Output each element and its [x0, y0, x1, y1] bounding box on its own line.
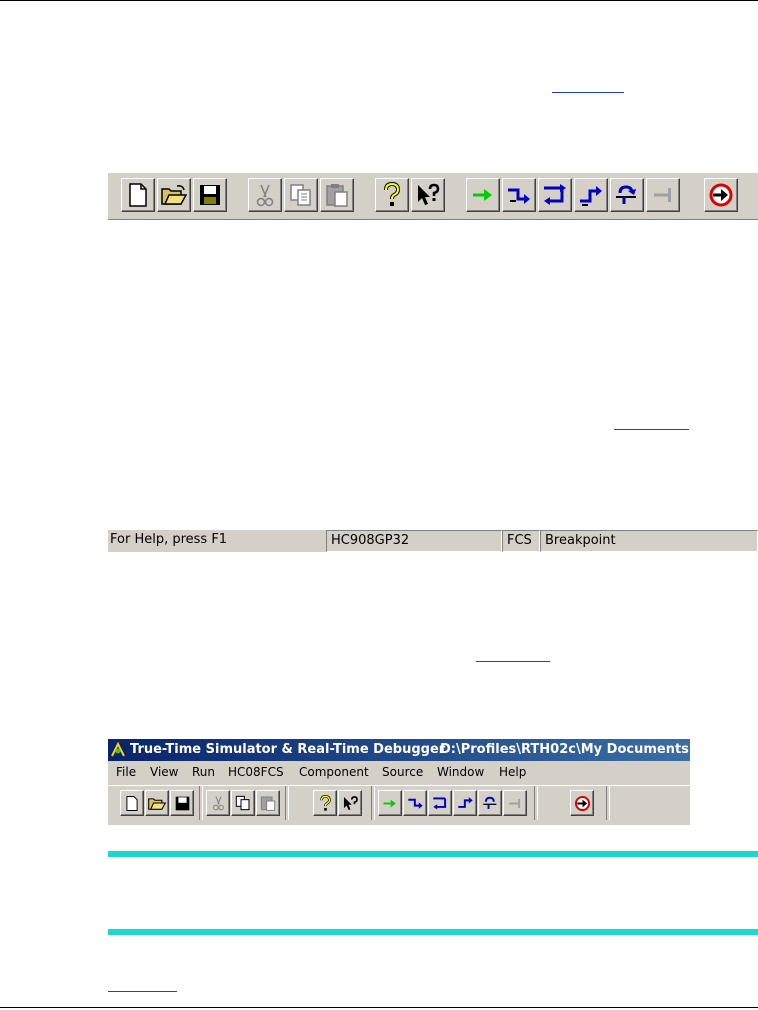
assembly-step-button[interactable]: [478, 790, 502, 816]
debugger-toolbar-figure: [108, 172, 758, 220]
step-out-icon: [457, 797, 473, 808]
reset-target-button[interactable]: [570, 790, 594, 816]
new-file-button[interactable]: [120, 790, 144, 816]
copy-button[interactable]: [231, 790, 255, 816]
status-connection: FCS: [502, 530, 540, 552]
app-icon: [110, 742, 126, 758]
reset-target-icon: [709, 183, 733, 207]
open-button[interactable]: [157, 178, 191, 212]
menu-hc08fcs[interactable]: HC08FCS: [228, 761, 284, 783]
help-button[interactable]: [375, 178, 409, 212]
status-target: HC908GP32: [326, 530, 502, 552]
single-step-button[interactable]: [502, 178, 536, 212]
status-bar: For Help, press F1 HC908GP32 FCS Breakpo…: [108, 530, 758, 552]
step-out-button[interactable]: [453, 790, 477, 816]
toolbar-separator: [371, 786, 375, 820]
new-file-button[interactable]: [121, 178, 155, 212]
cross-reference-link-1[interactable]: [552, 92, 624, 93]
assembly-step-icon: [616, 185, 636, 204]
step-over-button[interactable]: [538, 178, 572, 212]
step-over-icon: [544, 184, 566, 205]
toolbar-separator: [606, 786, 610, 820]
new-file-icon: [126, 795, 138, 811]
assembly-step-button[interactable]: [610, 178, 644, 212]
paste-button[interactable]: [256, 790, 280, 816]
context-help-icon: [343, 795, 358, 810]
menu-source[interactable]: Source: [382, 761, 423, 783]
step-out-icon: [580, 186, 602, 206]
reset-target-icon: [574, 795, 590, 811]
cross-reference-link-2[interactable]: [614, 429, 689, 430]
single-step-icon: [508, 188, 530, 204]
paste-icon: [260, 796, 276, 811]
cross-reference-link-3[interactable]: [476, 661, 550, 662]
single-step-button[interactable]: [403, 790, 427, 816]
copy-icon: [290, 184, 311, 206]
title-app-name: True-Time Simulator & Real-Time Debugger: [130, 742, 446, 757]
menu-view[interactable]: View: [150, 761, 178, 783]
menu-bar: File View Run HC08FCS Component Source W…: [108, 761, 690, 783]
step-out-button[interactable]: [574, 178, 608, 212]
menu-file[interactable]: File: [116, 761, 136, 783]
menu-help[interactable]: Help: [499, 761, 526, 783]
context-help-button[interactable]: [338, 790, 362, 816]
reset-target-button[interactable]: [704, 178, 738, 212]
open-folder-icon: [148, 798, 166, 810]
help-icon: [384, 182, 401, 206]
paste-icon: [326, 184, 348, 207]
assembly-step-icon: [482, 796, 496, 809]
save-button[interactable]: [170, 790, 194, 816]
start-continue-icon: [473, 189, 492, 201]
save-icon: [200, 185, 220, 205]
title-path: D:\Profiles\RTH02c\My Documents: [440, 742, 689, 757]
new-file-icon: [129, 183, 147, 207]
context-help-button[interactable]: [411, 178, 445, 212]
cut-button[interactable]: [248, 178, 282, 212]
cut-icon: [256, 184, 274, 207]
halt-icon: [654, 188, 671, 202]
toolbar-separator: [534, 786, 538, 820]
main-toolbar: [108, 785, 690, 824]
menu-run[interactable]: Run: [192, 761, 215, 783]
cut-icon: [212, 796, 224, 811]
save-button[interactable]: [193, 178, 227, 212]
copy-button[interactable]: [284, 178, 318, 212]
copy-icon: [235, 795, 250, 811]
toolbar-separator: [285, 786, 289, 820]
status-help-text: For Help, press F1: [110, 532, 228, 547]
halt-icon: [509, 798, 521, 808]
save-icon: [175, 796, 189, 810]
context-help-icon: [418, 183, 440, 205]
toolbar-separator: [199, 786, 203, 820]
open-button[interactable]: [145, 790, 169, 816]
start-continue-icon: [383, 799, 396, 807]
help-icon: [319, 794, 331, 811]
note-bottom-rule: [108, 929, 758, 935]
paste-button[interactable]: [320, 178, 354, 212]
note-top-rule: [108, 851, 758, 857]
cut-button[interactable]: [206, 790, 230, 816]
debugger-window-figure: True-Time Simulator & Real-Time Debugger…: [108, 739, 690, 825]
step-over-icon: [432, 797, 446, 810]
halt-button[interactable]: [646, 178, 680, 212]
help-button[interactable]: [313, 790, 337, 816]
page-top-rule: [0, 0, 758, 1]
menu-window[interactable]: Window: [437, 761, 484, 783]
single-step-icon: [407, 798, 423, 809]
cross-reference-link-4[interactable]: [108, 991, 177, 992]
menu-component[interactable]: Component: [299, 761, 369, 783]
start-continue-button[interactable]: [378, 790, 402, 816]
start-continue-button[interactable]: [466, 178, 500, 212]
step-over-button[interactable]: [428, 790, 452, 816]
status-state: Breakpoint: [540, 530, 758, 552]
open-folder-icon: [161, 185, 187, 205]
page-bottom-rule: [0, 1007, 758, 1008]
halt-button[interactable]: [503, 790, 527, 816]
title-bar: True-Time Simulator & Real-Time Debugger…: [108, 739, 690, 761]
